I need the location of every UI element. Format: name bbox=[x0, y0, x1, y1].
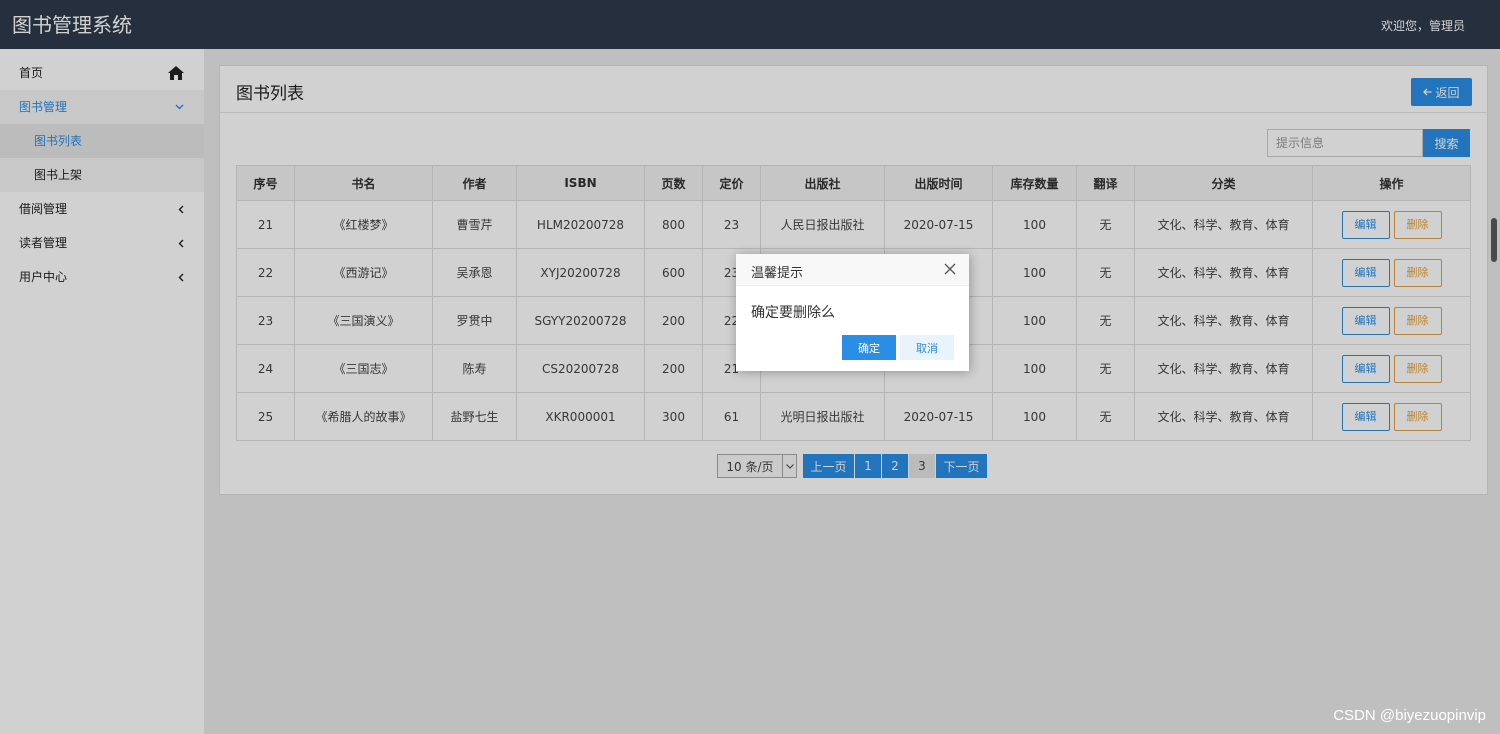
confirm-dialog: 温馨提示 确定要删除么 确定 取消 bbox=[736, 254, 969, 371]
dialog-header: 温馨提示 bbox=[736, 254, 969, 286]
cancel-button[interactable]: 取消 bbox=[900, 335, 954, 360]
dialog-message: 确定要删除么 bbox=[751, 305, 835, 321]
confirm-button[interactable]: 确定 bbox=[842, 335, 896, 360]
close-icon[interactable] bbox=[943, 262, 957, 276]
scrollbar-thumb[interactable] bbox=[1491, 218, 1497, 262]
watermark: CSDN @biyezuopinvip bbox=[1333, 707, 1486, 724]
dialog-title: 温馨提示 bbox=[751, 266, 804, 281]
